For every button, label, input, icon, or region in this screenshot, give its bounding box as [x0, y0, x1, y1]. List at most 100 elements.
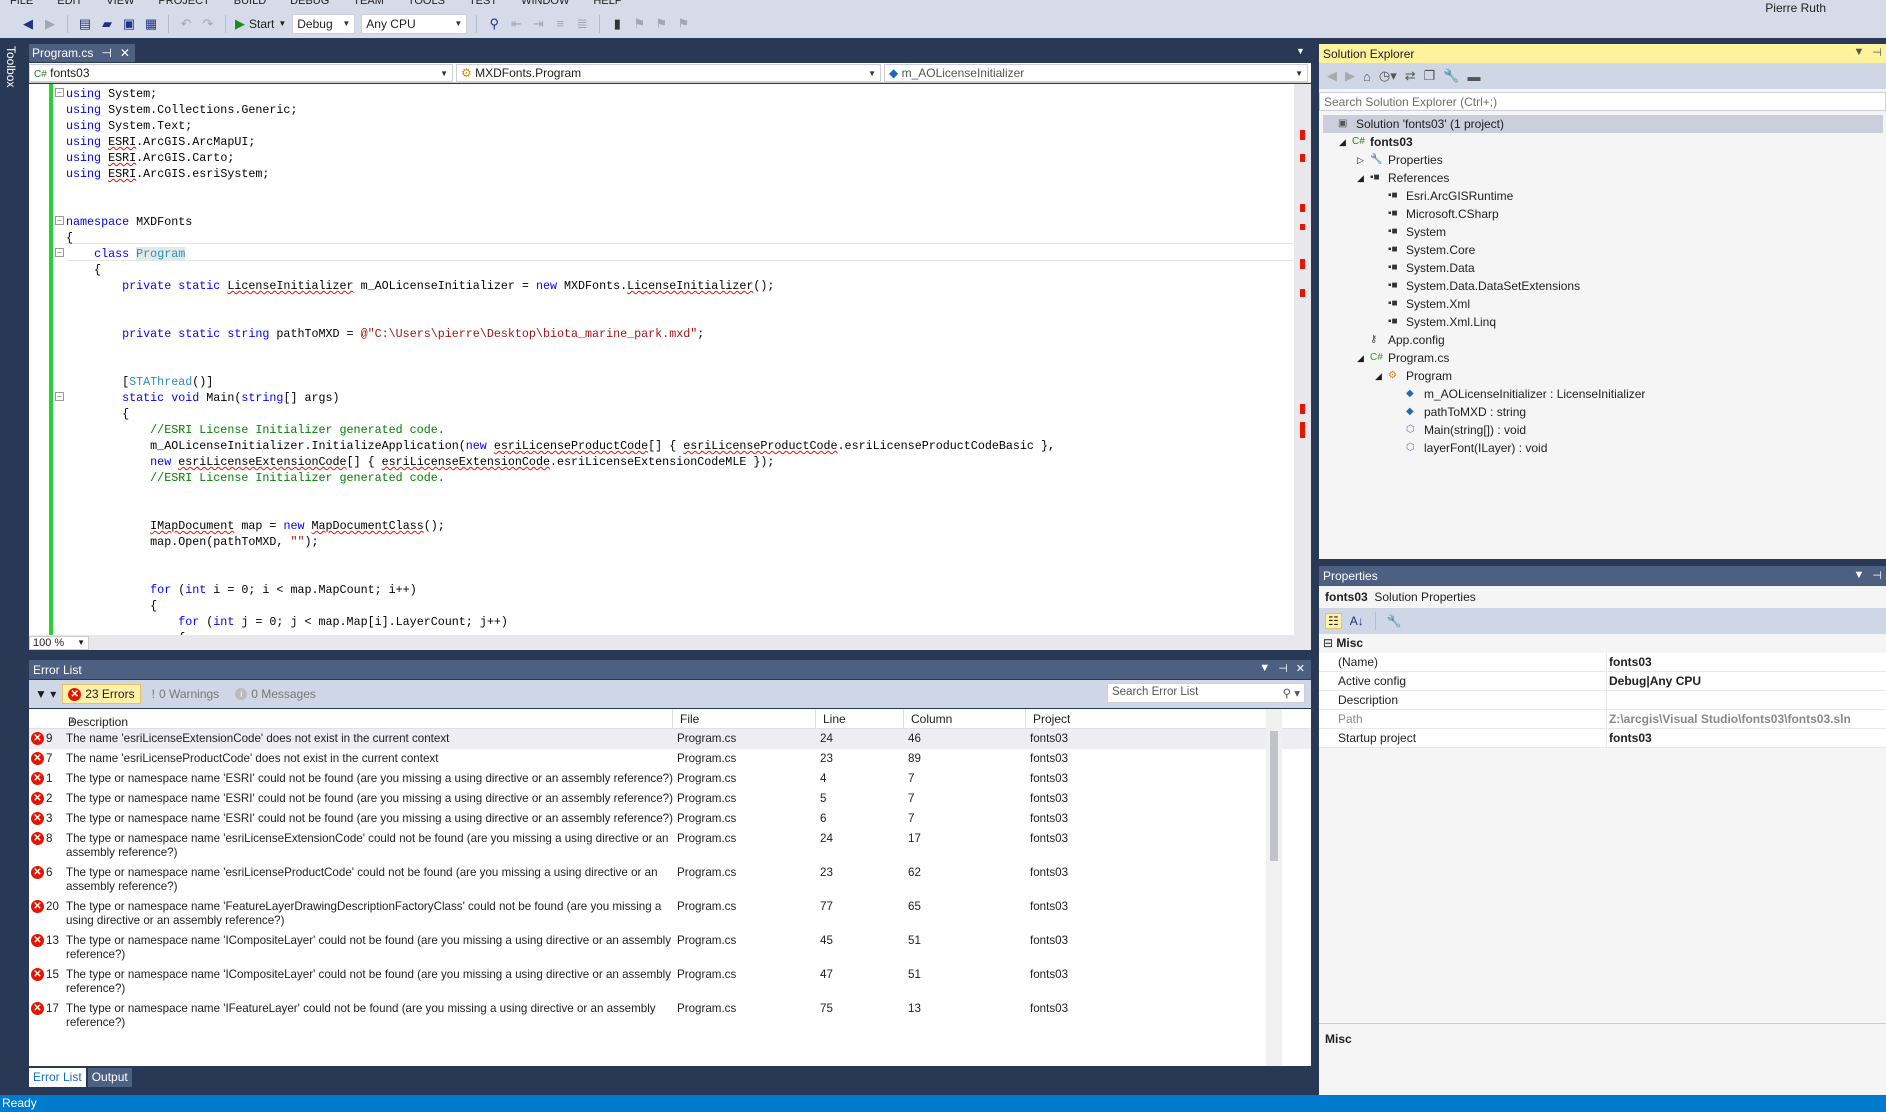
tab-program-cs[interactable]: Program.cs ⊣ ✕ [29, 44, 135, 62]
collapse-all-icon[interactable]: ❐ [1424, 68, 1436, 84]
zoom-dropdown[interactable]: 100 % ▼ [29, 635, 89, 650]
properties-wrench-icon[interactable]: 🔧 [1443, 68, 1459, 84]
scrollbar-thumb[interactable] [1270, 731, 1278, 861]
error-row[interactable]: ✕ 17 The type or namespace name 'IFeatureL… [29, 999, 1311, 1033]
property-row[interactable]: Path Z:\arcgis\Visual Studio\fonts03\font… [1319, 710, 1886, 729]
tree-item[interactable]: ▣ Solution 'fonts03' (1 project) [1323, 115, 1883, 133]
code-line[interactable]: using System; [66, 86, 157, 102]
column-project[interactable]: Project [1033, 712, 1070, 726]
redo-icon[interactable]: ↷ [200, 16, 216, 32]
error-row[interactable]: ✕ 6 The type or namespace name 'esriLicens… [29, 863, 1311, 897]
tab-output[interactable]: Output [87, 1068, 132, 1087]
code-line[interactable]: for (int i = 0; i < map.MapCount; i++) [66, 582, 417, 598]
property-row[interactable]: Active config Debug|Any CPU [1319, 672, 1886, 691]
property-row[interactable]: Startup project fonts03 [1319, 729, 1886, 748]
start-button[interactable]: ▶ Start ▼ [235, 16, 286, 32]
pin-icon[interactable]: ⊣ [1278, 662, 1288, 675]
column-column[interactable]: Column [911, 712, 952, 726]
clear-bookmarks-icon[interactable]: ⚑ [675, 16, 691, 32]
code-line[interactable]: private static string pathToMXD = @"C:\U… [66, 326, 704, 342]
save-all-icon[interactable]: ▦ [143, 16, 159, 32]
code-line[interactable]: [STAThread()] [66, 374, 213, 390]
close-icon[interactable]: ✕ [1296, 662, 1305, 675]
menu-debug[interactable]: DEBUG [290, 0, 329, 7]
collapse-icon[interactable]: − [55, 88, 64, 97]
type-dropdown[interactable]: ⚙ MXDFonts.Program ▼ [456, 64, 881, 82]
prev-bookmark-icon[interactable]: ⚑ [631, 16, 647, 32]
home-icon[interactable]: ⌂ [1363, 69, 1371, 84]
pending-changes-icon[interactable]: ◷▾ [1379, 68, 1397, 84]
menu-view[interactable]: VIEW [106, 0, 134, 7]
menu-build[interactable]: BUILD [234, 0, 266, 7]
collapsed-arrow-icon[interactable]: ▷ [1357, 151, 1364, 169]
code-line[interactable]: { [66, 230, 73, 246]
forward-icon[interactable]: ▶ [42, 16, 58, 32]
editor-horizontal-scrollbar[interactable]: 100 % ▼ [29, 635, 1311, 650]
code-line[interactable]: static void Main(string[] args) [66, 390, 339, 406]
error-row[interactable]: ✕ 15 The type or namespace name 'IComposit… [29, 965, 1311, 999]
save-icon[interactable]: ▣ [121, 16, 137, 32]
properties-object-selector[interactable]: fonts03 Solution Properties [1319, 586, 1886, 608]
member-dropdown[interactable]: ◆ m_AOLicenseInitializer ▼ [884, 64, 1308, 82]
warnings-filter-button[interactable]: ! 0 Warnings [147, 685, 225, 703]
error-search-input[interactable]: Search Error List ⚲ ▾ [1107, 683, 1305, 703]
solution-search-input[interactable]: Search Solution Explorer (Ctrl+;) [1319, 92, 1886, 111]
collapse-icon[interactable]: − [55, 216, 64, 225]
back-icon[interactable]: ◀ [1327, 68, 1337, 84]
error-row[interactable]: ✕ 13 The type or namespace name 'IComposit… [29, 931, 1311, 965]
code-line[interactable]: IMapDocument map = new MapDocumentClass(… [66, 518, 445, 534]
code-line[interactable]: for (int j = 0; j < map.Map[i].LayerCoun… [66, 614, 508, 630]
comment-icon[interactable]: ≡ [552, 16, 568, 32]
code-line[interactable]: using System.Collections.Generic; [66, 102, 297, 118]
menu-team[interactable]: TEAM [353, 0, 384, 7]
code-line[interactable]: { [66, 262, 101, 278]
uncomment-icon[interactable]: ≣ [574, 16, 590, 32]
menu-file[interactable]: FILE [10, 0, 33, 7]
code-line[interactable]: { [66, 406, 129, 422]
expanded-arrow-icon[interactable]: ◢ [1375, 367, 1382, 385]
column-file[interactable]: File [680, 712, 699, 726]
code-line[interactable]: private static LicenseInitializer m_AOLi… [66, 278, 774, 294]
property-value[interactable] [1606, 691, 1886, 710]
configuration-dropdown[interactable]: Debug ▼ [292, 13, 356, 34]
pin-icon[interactable]: ⊣ [101, 46, 111, 60]
code-line[interactable]: class Program [66, 246, 186, 262]
error-row[interactable]: ✕ 1 The type or namespace name 'ESRI' coul… [29, 769, 1311, 789]
property-value[interactable]: fonts03 [1606, 729, 1886, 748]
indent-icon[interactable]: ⇥ [530, 16, 546, 32]
code-line[interactable]: using ESRI.ArcGIS.ArcMapUI; [66, 134, 255, 150]
property-row[interactable]: Description [1319, 691, 1886, 710]
expanded-arrow-icon[interactable]: ◢ [1339, 133, 1346, 151]
collapse-icon[interactable]: − [55, 248, 64, 257]
filter-icon[interactable]: ▼ ▾ [35, 687, 56, 701]
menu-test[interactable]: TEST [469, 0, 497, 7]
toolbox-tab[interactable]: Toolbox [0, 38, 26, 1095]
error-row[interactable]: ✕ 20 The type or namespace name 'FeatureLa… [29, 897, 1311, 931]
undo-icon[interactable]: ↶ [178, 16, 194, 32]
menu-window[interactable]: WINDOW [521, 0, 569, 7]
error-row[interactable]: ✕ 7 The name 'esriLicenseProductCode' does… [29, 749, 1311, 769]
error-row[interactable]: ✕ 9 The name 'esriLicenseExtensionCode' do… [29, 729, 1311, 749]
error-row[interactable]: ✕ 8 The type or namespace name 'esriLicens… [29, 829, 1311, 863]
category-misc[interactable]: ⊟ Misc [1319, 634, 1886, 653]
dropdown-icon[interactable]: ▼ [1854, 569, 1865, 582]
error-row[interactable]: ✕ 3 The type or namespace name 'ESRI' coul… [29, 809, 1311, 829]
property-pages-icon[interactable]: 🔧 [1387, 614, 1402, 628]
code-line[interactable]: { [66, 598, 157, 614]
code-editor[interactable]: − − − − using System; using System.Collec… [29, 84, 1311, 635]
code-line[interactable]: using ESRI.ArcGIS.Carto; [66, 150, 234, 166]
code-line[interactable]: using ESRI.ArcGIS.esriSystem; [66, 166, 269, 182]
collapse-icon[interactable]: − [55, 392, 64, 401]
sync-icon[interactable]: ⇄ [1405, 68, 1416, 84]
property-value[interactable]: fonts03 [1606, 653, 1886, 672]
categorized-icon[interactable]: ☷ [1325, 613, 1342, 629]
messages-filter-button[interactable]: i0 Messages [230, 685, 321, 703]
menu-tools[interactable]: TOOLS [408, 0, 445, 7]
tab-overflow-icon[interactable]: ▼ [1296, 46, 1305, 56]
project-dropdown[interactable]: C# fonts03 ▼ [29, 64, 453, 82]
next-bookmark-icon[interactable]: ⚑ [653, 16, 669, 32]
open-file-icon[interactable]: ▰ [99, 16, 115, 32]
code-line[interactable]: new esriLicenseExtensionCode[] { esriLic… [66, 454, 774, 470]
pin-icon[interactable]: ⊣ [1872, 569, 1882, 582]
platform-dropdown[interactable]: Any CPU ▼ [361, 13, 468, 34]
